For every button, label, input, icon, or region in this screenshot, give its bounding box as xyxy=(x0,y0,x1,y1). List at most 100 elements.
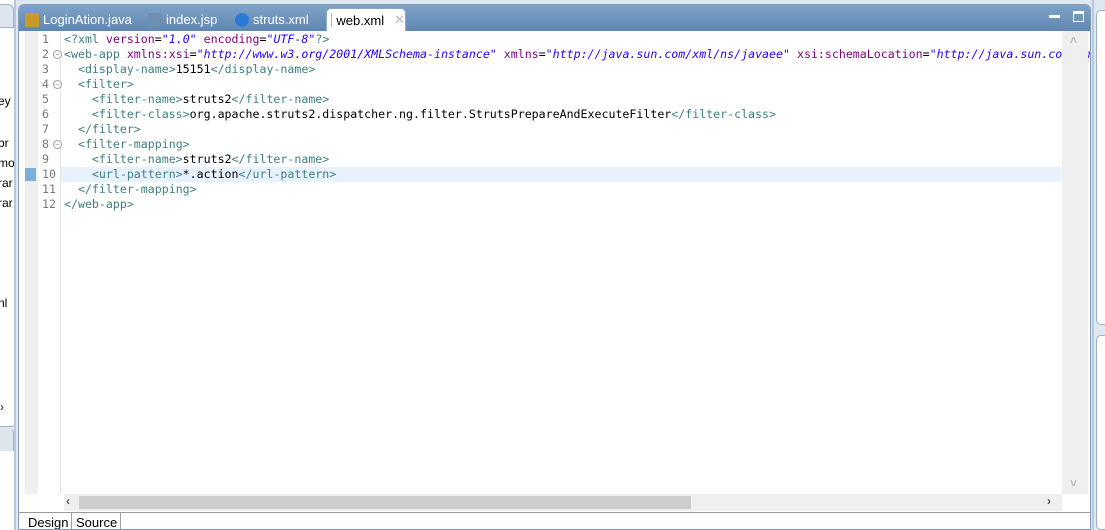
jsp-file-icon xyxy=(148,12,162,27)
xml-tag-token: <filter> xyxy=(77,77,134,91)
scroll-right-arrow[interactable]: › xyxy=(1047,494,1051,508)
code-line: <?xml version="1.0" encoding="UTF-8"?> xyxy=(64,32,1060,47)
xml-tag-token: <filter-name> xyxy=(91,152,183,166)
right-panel-lower xyxy=(1096,335,1105,530)
left-panel-text-fragment: ey xyxy=(0,94,11,108)
tab-design[interactable]: Design xyxy=(25,513,73,529)
close-tab-icon[interactable]: ✕ xyxy=(394,12,405,28)
code-line: <filter-class>org.apache.struts2.dispatc… xyxy=(64,107,1060,122)
tab-struts-xml[interactable]: struts.xml xyxy=(231,8,323,31)
xml-txt-token xyxy=(64,137,78,151)
xml-eq-token: = xyxy=(922,47,930,61)
left-panel-text-fragment: br xyxy=(0,136,9,150)
xml-txt-token xyxy=(64,152,92,166)
xml-eq-token: = xyxy=(154,32,162,46)
xml-tag-token: <?xml xyxy=(64,32,106,46)
xml-txt-token xyxy=(64,182,78,196)
left-panel-text-fragment: rar xyxy=(0,176,13,190)
xml-tag-token: <filter-name> xyxy=(91,92,183,106)
horizontal-scrollbar[interactable]: ‹ › xyxy=(64,494,1062,511)
tab-index-jsp[interactable]: index.jsp xyxy=(144,8,224,31)
xml-txt-token xyxy=(790,47,797,61)
code-line: <display-name>15151</display-name> xyxy=(64,62,1060,77)
code-line: </filter> xyxy=(64,122,1060,137)
xml-txt-token xyxy=(64,77,78,91)
xml-attr-token: encoding xyxy=(203,32,260,46)
xml-txt-token: org.apache.struts2.dispatcher.ng.filter.… xyxy=(189,107,672,121)
xml-val-token: "http://www.w3.org/2001/XMLSchema-instan… xyxy=(196,47,497,61)
editor-tab-bar: LoginAtion.java index.jsp struts.xml web.xm… xyxy=(19,5,1090,31)
left-panel-text-fragment: nl xyxy=(0,296,8,310)
code-line: </filter-mapping> xyxy=(64,182,1060,197)
xml-attr-token: version xyxy=(105,32,155,46)
scroll-right-arrow[interactable]: › xyxy=(0,400,4,414)
line-number: 11 xyxy=(42,182,56,196)
tab-web-xml[interactable]: web.xml ✕ xyxy=(326,8,406,31)
code-line: <filter> xyxy=(64,77,1060,92)
xml-tag-token: </web-app> xyxy=(64,197,134,211)
xml-attr-token: xmlns xyxy=(503,47,539,61)
xml-tag-token: </filter-name> xyxy=(231,152,330,166)
xml-txt-token xyxy=(497,47,504,61)
scroll-up-arrow[interactable]: ˄ xyxy=(1070,33,1077,47)
right-side-panel xyxy=(1092,0,1105,530)
web-xml-icon xyxy=(331,13,333,27)
line-number: 9 xyxy=(42,152,49,166)
xml-tag-token: </filter-class> xyxy=(671,107,776,121)
code-line: <filter-name>struts2</filter-name> xyxy=(64,92,1060,107)
xml-tag-token: </url-pattern> xyxy=(238,167,337,181)
xml-tag-token: <web-app xyxy=(64,47,127,61)
tab-label: LoginAtion.java xyxy=(43,12,132,27)
scroll-left-arrow[interactable]: ‹ xyxy=(66,494,70,508)
xml-tag-token: <display-name> xyxy=(77,62,176,76)
code-area[interactable]: <?xml version="1.0" encoding="UTF-8"?> <w… xyxy=(61,32,1090,212)
tab-source[interactable]: Source xyxy=(73,513,122,529)
xml-tag-token: </display-name> xyxy=(210,62,316,76)
horizontal-scroll-thumb[interactable] xyxy=(79,496,691,509)
xml-tag-token: <url-pattern> xyxy=(91,167,183,181)
left-panel-text-fragment: mo xyxy=(0,156,15,170)
xml-val-token: "http://java.sun.com/xml/ns/javaee" xyxy=(545,47,790,61)
xml-txt-token xyxy=(64,62,78,76)
fold-toggle-icon[interactable]: − xyxy=(53,140,62,149)
line-number: 12 xyxy=(42,197,56,211)
left-panel-header[interactable] xyxy=(0,4,14,28)
left-panel-text-fragment: rar xyxy=(0,196,13,210)
code-line: <filter-mapping> xyxy=(64,137,1060,152)
fold-toggle-icon[interactable]: − xyxy=(53,80,62,89)
vertical-scrollbar[interactable]: ˄ ˅ xyxy=(1062,31,1088,494)
tab-logination-java[interactable]: LoginAtion.java xyxy=(21,8,139,31)
minimize-button[interactable] xyxy=(1049,15,1060,18)
xml-txt-token xyxy=(197,32,204,46)
tab-label: web.xml xyxy=(336,12,385,28)
line-number: 3 xyxy=(42,62,49,76)
xml-tag-token: <filter-mapping> xyxy=(77,137,190,151)
line-number: 5 xyxy=(42,92,49,106)
xml-txt-token: *.action xyxy=(182,167,239,181)
xml-tag-token: </filter> xyxy=(77,122,141,136)
tab-label: struts.xml xyxy=(253,12,309,27)
xml-txt-token: struts2 xyxy=(182,92,232,106)
xml-txt-token xyxy=(64,122,78,136)
xml-tag-token: <filter-class> xyxy=(91,107,190,121)
current-line-marker xyxy=(25,168,36,181)
xml-eq-token: = xyxy=(538,47,546,61)
editor-mode-tabs: Design Source xyxy=(19,512,1090,529)
line-number: 6 xyxy=(42,107,49,121)
maximize-button[interactable] xyxy=(1073,11,1084,22)
left-side-panel: ey br mo rar rar nl › xyxy=(0,0,16,530)
tab-label: index.jsp xyxy=(166,12,218,27)
xml-tag-token: </filter-mapping> xyxy=(77,182,197,196)
line-number: 10 xyxy=(42,167,56,181)
xml-txt-token xyxy=(64,167,92,181)
xml-editor: LoginAtion.java index.jsp struts.xml web.xm… xyxy=(18,4,1091,530)
code-line: </web-app> xyxy=(64,197,1060,212)
xml-txt-token xyxy=(64,92,92,106)
xml-val-token: "UTF-8" xyxy=(266,32,316,46)
xml-attr-token: xmlns:xsi xyxy=(126,47,190,61)
xml-tag-token: </filter-name> xyxy=(231,92,330,106)
line-number: 1 xyxy=(42,32,49,46)
annotation-ruler xyxy=(25,31,38,494)
fold-toggle-icon[interactable]: − xyxy=(53,50,62,59)
scroll-down-arrow[interactable]: ˅ xyxy=(1070,476,1077,490)
